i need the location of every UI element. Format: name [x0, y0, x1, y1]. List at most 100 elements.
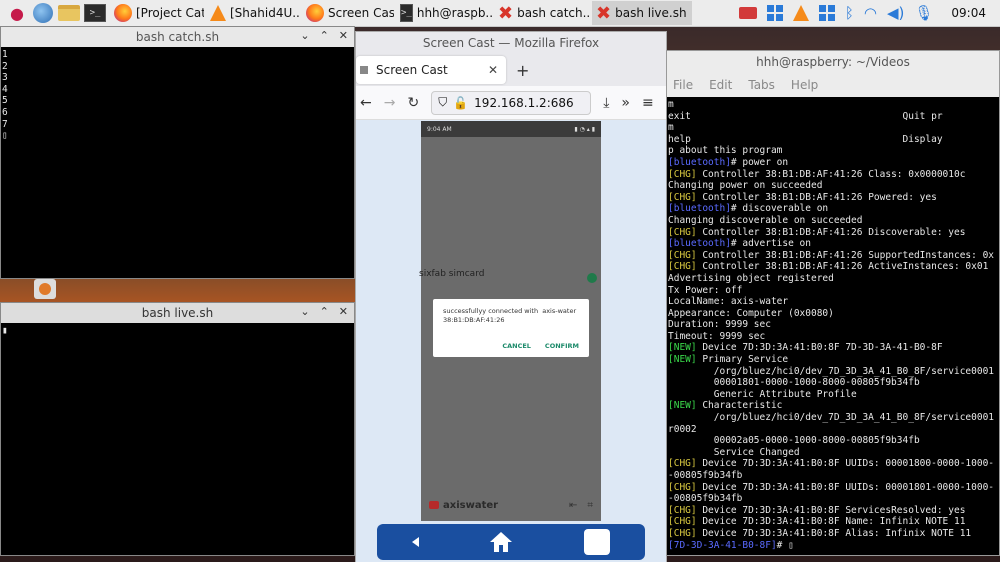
terminal-line: -00805f9b34fb	[668, 493, 998, 505]
phone-status-bar: 9:04 AM ▮ ◔ ▴ ▮	[421, 121, 601, 137]
minimize-icon[interactable]: ⌄	[300, 29, 309, 42]
maximize-icon[interactable]: ⌃	[320, 305, 329, 318]
window-title: bash catch.sh	[135, 30, 220, 44]
terminal-line: [NEW] Device 7D:3D:3A:41:B0:8F 7D-3D-3A-…	[668, 342, 998, 354]
menu-help[interactable]: Help	[791, 78, 818, 92]
overflow-icon[interactable]: »	[621, 95, 630, 111]
task-project-cat[interactable]: [Project Cat...	[110, 1, 204, 25]
close-tab-icon[interactable]: ✕	[488, 63, 498, 77]
line-text: -00805f9b34fb	[668, 493, 743, 505]
line-prefix: [CHG]	[668, 261, 697, 273]
lxterminal-titlebar[interactable]: hhh@raspberry: ~/Videos	[667, 51, 999, 73]
back-nav-icon[interactable]	[411, 537, 419, 547]
line-prefix: [CHG]	[668, 504, 697, 516]
line-text: Device 7D:3D:3A:41:B0:8F UUIDs: 00001800…	[696, 458, 995, 470]
wifi-icon[interactable]: ◠	[864, 4, 877, 22]
bash-live-window: bash live.sh ⌄ ⌃ ✕ ▮	[0, 302, 355, 556]
lxterminal-window: hhh@raspberry: ~/Videos File Edit Tabs H…	[666, 50, 1000, 556]
task-label: hhh@raspb...	[416, 6, 492, 20]
task-shahid4u[interactable]: [Shahid4U....	[206, 1, 300, 25]
line-text: Service Changed	[668, 446, 800, 458]
menu-edit[interactable]: Edit	[709, 78, 732, 92]
line-prefix: [CHG]	[668, 249, 697, 261]
terminal-line: Duration: 9999 sec	[668, 319, 998, 331]
apps-grid-icon-2[interactable]	[818, 5, 835, 21]
file-manager-icon[interactable]	[58, 2, 80, 24]
task-terminal[interactable]: >_ hhh@raspb...	[396, 1, 492, 25]
exit-icon[interactable]: ⇤	[569, 500, 577, 511]
maximize-icon[interactable]: ⌃	[320, 29, 329, 42]
terminal-line: 00002a05-0000-1000-8000-00805f9b34fb	[668, 435, 998, 447]
terminal-line: Service Changed	[668, 447, 998, 459]
url-text: 192.168.1.2:686	[474, 95, 574, 110]
terminal-line: Changing discoverable on succeeded	[668, 215, 998, 227]
terminal-line: [NEW] Characteristic	[668, 400, 998, 412]
code-icon[interactable]: ⌗	[587, 500, 593, 511]
volume-icon[interactable]: ◀)	[887, 4, 904, 22]
firefox-tab-strip: Screen Cast ✕ +	[356, 54, 666, 86]
menu-icon[interactable]: ≡	[642, 95, 654, 111]
line-text: /org/bluez/hci0/dev_7D_3D_3A_41_B0_8F/se…	[668, 412, 995, 424]
download-icon[interactable]: ⤓	[603, 95, 609, 111]
terminal-line: [CHG] Controller 38:B1:DB:AF:41:26 Class…	[668, 169, 998, 181]
web-browser-icon[interactable]	[32, 2, 54, 24]
task-bash-live[interactable]: ✖ bash live.sh	[592, 1, 692, 25]
close-icon[interactable]: ✕	[339, 29, 348, 42]
line-text: Duration: 9999 sec	[668, 319, 771, 331]
terminal-line: Tx Power: off	[668, 285, 998, 297]
terminal-line: [bluetooth]# power on	[668, 157, 998, 169]
line-text: m	[668, 99, 674, 110]
task-label: Screen Cas...	[328, 6, 394, 20]
line-prefix: [CHG]	[668, 527, 697, 539]
apps-grid-icon[interactable]	[766, 5, 783, 21]
firefox-window: Screen Cast — Mozilla Firefox Screen Cas…	[355, 31, 667, 562]
terminal-line: Timeout: 9999 sec	[668, 331, 998, 343]
close-icon[interactable]: ✕	[339, 305, 348, 318]
recents-icon[interactable]	[584, 529, 611, 555]
line-text: Device 7D:3D:3A:41:B0:8F 7D-3D-3A-41-B0-…	[696, 342, 943, 354]
cancel-button[interactable]: CANCEL	[502, 342, 531, 351]
task-bash-catch[interactable]: ✖ bash catch....	[494, 1, 590, 25]
tab-screen-cast[interactable]: Screen Cast ✕	[356, 56, 506, 84]
reload-icon[interactable]: ↻	[407, 95, 419, 111]
terminal-launcher-icon[interactable]: >_	[84, 2, 106, 24]
line-text: # advertise on	[730, 238, 811, 250]
terminal-prompt[interactable]: [7D-3D-3A-41-B0-8F]# ▯	[668, 540, 998, 552]
terminal-output[interactable]: m exit Quit pr m help Display p about this p…	[667, 97, 999, 555]
bash-catch-output[interactable]: 1 2 3 4 5 6 7 ▯	[1, 47, 354, 144]
terminal-line: [CHG] Controller 38:B1:DB:AF:41:26 Suppo…	[668, 250, 998, 262]
menu-file[interactable]: File	[673, 78, 693, 92]
x-terminal-icon: ✖	[596, 2, 612, 24]
forward-icon[interactable]: →	[384, 95, 396, 111]
bash-live-titlebar[interactable]: bash live.sh ⌄ ⌃ ✕	[1, 303, 354, 323]
new-tab-button[interactable]: +	[516, 61, 529, 80]
terminal-line: help Display	[668, 134, 998, 146]
task-screen-cast[interactable]: Screen Cas...	[302, 1, 394, 25]
bash-catch-titlebar[interactable]: bash catch.sh ⌄ ⌃ ✕	[1, 27, 354, 47]
phone-toggle[interactable]	[587, 273, 597, 283]
terminal-line: [CHG] Device 7D:3D:3A:41:B0:8F UUIDs: 00…	[668, 482, 998, 494]
home-icon[interactable]	[488, 529, 514, 555]
tab-favicon	[360, 66, 368, 74]
microphone-icon[interactable]: 🎙	[914, 4, 933, 22]
terminal-line: [CHG] Device 7D:3D:3A:41:B0:8F UUIDs: 00…	[668, 458, 998, 470]
raspberry-menu-icon[interactable]: ●	[6, 2, 28, 24]
terminal-line: [bluetooth]# advertise on	[668, 238, 998, 250]
terminal-line: [NEW] Primary Service	[668, 354, 998, 366]
line-text: /org/bluez/hci0/dev_7D_3D_3A_41_B0_8F/se…	[668, 365, 995, 377]
menu-tabs[interactable]: Tabs	[748, 78, 775, 92]
confirm-button[interactable]: CONFIRM	[545, 342, 579, 351]
back-icon[interactable]: ←	[360, 95, 372, 111]
clock[interactable]: 09:04	[951, 6, 986, 20]
phone-status-icons: ▮ ◔ ▴ ▮	[574, 125, 595, 133]
vlc-minimized-strip[interactable]	[34, 279, 56, 299]
screen-recorder-icon[interactable]	[738, 7, 757, 19]
url-bar[interactable]: ⛉ 🔓 192.168.1.2:686	[431, 90, 592, 115]
vlc-tray-icon[interactable]	[792, 5, 809, 21]
bash-live-output[interactable]: ▮	[1, 323, 354, 339]
window-title: hhh@raspberry: ~/Videos	[756, 55, 910, 69]
line-text: Changing discoverable on succeeded	[668, 214, 863, 226]
line-text: # power on	[730, 156, 789, 168]
bluetooth-icon[interactable]: ᛒ	[845, 4, 854, 22]
minimize-icon[interactable]: ⌄	[300, 305, 309, 318]
